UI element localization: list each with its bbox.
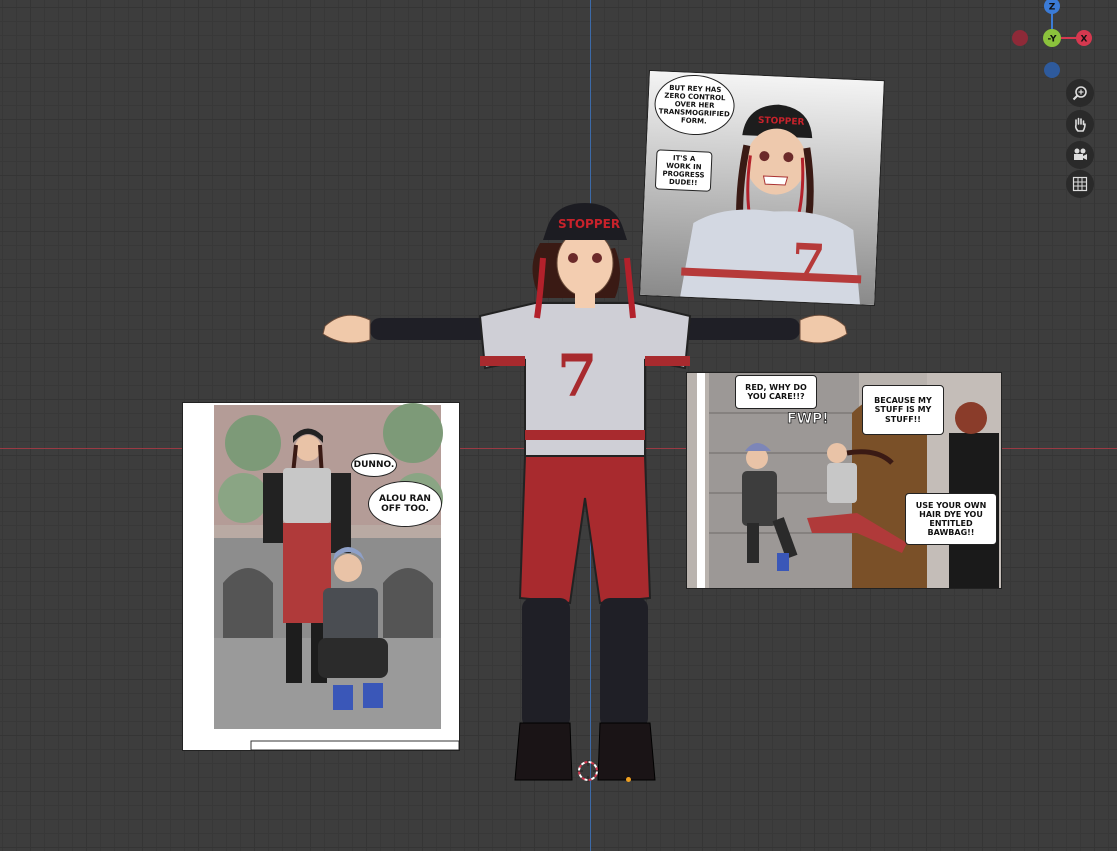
3d-viewport[interactable]: DUNNO. ALOU RAN OFF TOO. 7 STOPPER BUT R… [0,0,1117,851]
zoom-icon[interactable] [1066,79,1094,107]
speech-bubble: BECAUSE MY STUFF IS MY STUFF!! [862,385,944,435]
3d-cursor-icon [577,760,599,782]
gizmo-x-label: X [1081,35,1088,45]
speech-bubble: IT'S A WORK IN PROGRESS DUDE!! [654,149,713,192]
camera-icon[interactable] [1066,141,1094,169]
gizmo-y-label: -Y [1048,35,1057,45]
cap-text: STOPPER [558,217,620,231]
speech-bubble: USE YOUR OWN HAIR DYE YOU ENTITLED BAWBA… [905,493,997,545]
navigation-gizmo[interactable]: Z X -Y [1010,0,1110,80]
gizmo-z-label: Z [1049,3,1056,13]
origin-dot [626,777,631,782]
hand-pan-icon[interactable] [1066,110,1094,138]
grid-icon[interactable] [1066,170,1094,198]
jersey-number: 7 [557,342,597,410]
character-model[interactable]: 7 STOPPER [315,198,855,788]
cap-text: STOPPER [758,116,805,128]
